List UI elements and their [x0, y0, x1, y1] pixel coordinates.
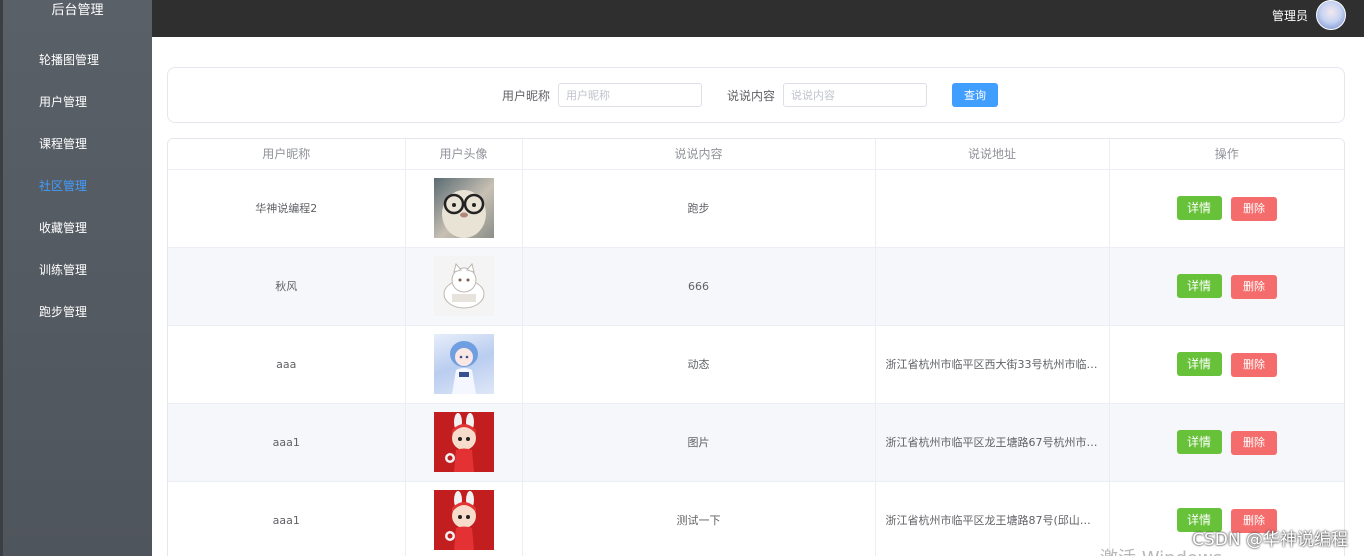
cell-actions: 详情 删除	[1109, 403, 1344, 482]
table-row: aaa 动态 浙江省杭州市临平区西大街33号杭州市临平... 详情 删除	[168, 325, 1344, 404]
table-row: 华神说编程2 跑步 详情 删除	[168, 169, 1344, 248]
column-header-content: 说说内容	[522, 139, 876, 170]
cell-address: 浙江省杭州市临平区龙王塘路87号(邱山大街...	[875, 481, 1110, 556]
cell-address: 浙江省杭州市临平区西大街33号杭州市临平...	[875, 325, 1110, 404]
detail-button[interactable]: 详情	[1176, 429, 1222, 454]
cell-content: 动态	[522, 325, 876, 404]
delete-button[interactable]: 删除	[1231, 274, 1277, 299]
cell-nickname: 华神说编程2	[168, 169, 406, 248]
cell-nickname: 秋风	[168, 247, 406, 326]
user-avatar-icon[interactable]	[1316, 0, 1346, 30]
glasses-plush-avatar-icon	[433, 178, 494, 238]
detail-button[interactable]: 详情	[1176, 351, 1222, 376]
cell-content: 图片	[522, 403, 876, 482]
sidebar-item-carousel[interactable]: 轮播图管理	[3, 41, 152, 83]
posts-table: 用户昵称 用户头像 说说内容 说说地址 操作 华神说编程2 跑步 详情 删除 秋…	[167, 138, 1345, 556]
cell-avatar	[405, 481, 523, 556]
delete-button[interactable]: 删除	[1231, 196, 1277, 221]
content-search-input[interactable]	[783, 83, 928, 107]
column-header-actions: 操作	[1109, 139, 1344, 170]
query-button[interactable]: 查询	[952, 83, 999, 107]
cell-actions: 详情 删除	[1109, 325, 1344, 404]
sidebar-item-training[interactable]: 训练管理	[3, 251, 152, 293]
sidebar: 后台管理 轮播图管理 用户管理 课程管理 社区管理 收藏管理 训练管理 跑步管理	[0, 0, 152, 556]
cell-nickname: aaa	[168, 325, 406, 404]
cell-content: 666	[522, 247, 876, 326]
red-bunny-avatar-icon	[433, 490, 494, 550]
sidebar-item-courses[interactable]: 课程管理	[3, 125, 152, 167]
table-row: aaa1	[168, 403, 1344, 482]
content-label: 说说内容	[727, 88, 776, 103]
sidebar-item-users[interactable]: 用户管理	[3, 83, 152, 125]
column-header-nickname: 用户昵称	[168, 139, 406, 170]
cell-address: 浙江省杭州市临平区龙王塘路67号杭州市临...	[875, 403, 1110, 482]
delete-button[interactable]: 删除	[1231, 352, 1277, 377]
cell-nickname: aaa1	[168, 403, 406, 482]
sidebar-title: 后台管理	[51, 3, 104, 18]
top-bar: 管理员	[152, 0, 1364, 37]
cell-actions: 详情 删除	[1109, 247, 1344, 326]
white-cat-avatar-icon	[433, 256, 494, 316]
anime-girl-avatar-icon	[433, 334, 494, 394]
nickname-label: 用户昵称	[502, 88, 551, 103]
sidebar-item-community[interactable]: 社区管理	[3, 167, 152, 209]
sidebar-item-favorites[interactable]: 收藏管理	[3, 209, 152, 251]
cell-address	[875, 169, 1110, 248]
cell-actions: 详情 删除	[1109, 169, 1344, 248]
table-row: 秋风 666 详情 删除	[168, 247, 1344, 326]
cell-address	[875, 247, 1110, 326]
column-header-avatar: 用户头像	[405, 139, 523, 170]
cell-avatar	[405, 403, 523, 482]
cell-nickname: aaa1	[168, 481, 406, 556]
detail-button[interactable]: 详情	[1176, 273, 1222, 298]
table-header-row: 用户昵称 用户头像 说说内容 说说地址 操作	[168, 139, 1344, 170]
cell-avatar	[405, 247, 523, 326]
detail-button[interactable]: 详情	[1176, 195, 1222, 220]
sidebar-menu: 轮播图管理 用户管理 课程管理 社区管理 收藏管理 训练管理 跑步管理	[3, 41, 152, 335]
column-header-address: 说说地址	[875, 139, 1110, 170]
search-form: 用户昵称 说说内容 查询	[502, 83, 999, 107]
sidebar-item-running[interactable]: 跑步管理	[3, 293, 152, 335]
user-menu[interactable]: 管理员	[1272, 0, 1346, 30]
cell-avatar	[405, 325, 523, 404]
csdn-watermark: CSDN @华神说编程	[1192, 530, 1348, 550]
search-panel: 用户昵称 说说内容 查询	[167, 67, 1345, 123]
cell-avatar	[405, 169, 523, 248]
nickname-search-input[interactable]	[558, 83, 703, 107]
cell-content: 测试一下	[522, 481, 876, 556]
username[interactable]: 管理员	[1272, 7, 1308, 24]
cell-content: 跑步	[522, 169, 876, 248]
delete-button[interactable]: 删除	[1231, 430, 1277, 455]
red-bunny-avatar-icon	[433, 412, 494, 472]
